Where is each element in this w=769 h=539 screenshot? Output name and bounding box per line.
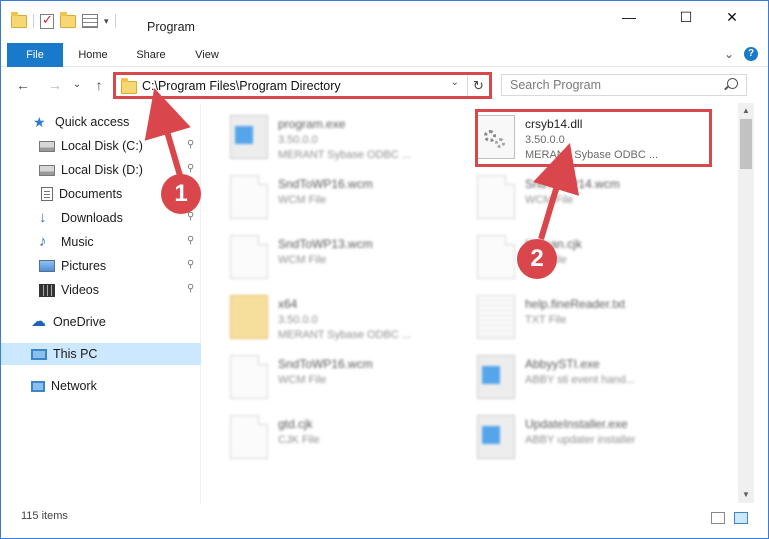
arrow-to-address-bar <box>144 87 191 180</box>
annotation-badge-2: 2 <box>517 239 557 279</box>
annotation-badge-1: 1 <box>161 174 201 214</box>
annotation-arrows <box>144 87 580 240</box>
explorer-window: ▾ Program — ☐ ✕ File Home Share View ⌄ ?… <box>0 0 769 539</box>
arrow-to-dll-file <box>533 143 580 240</box>
